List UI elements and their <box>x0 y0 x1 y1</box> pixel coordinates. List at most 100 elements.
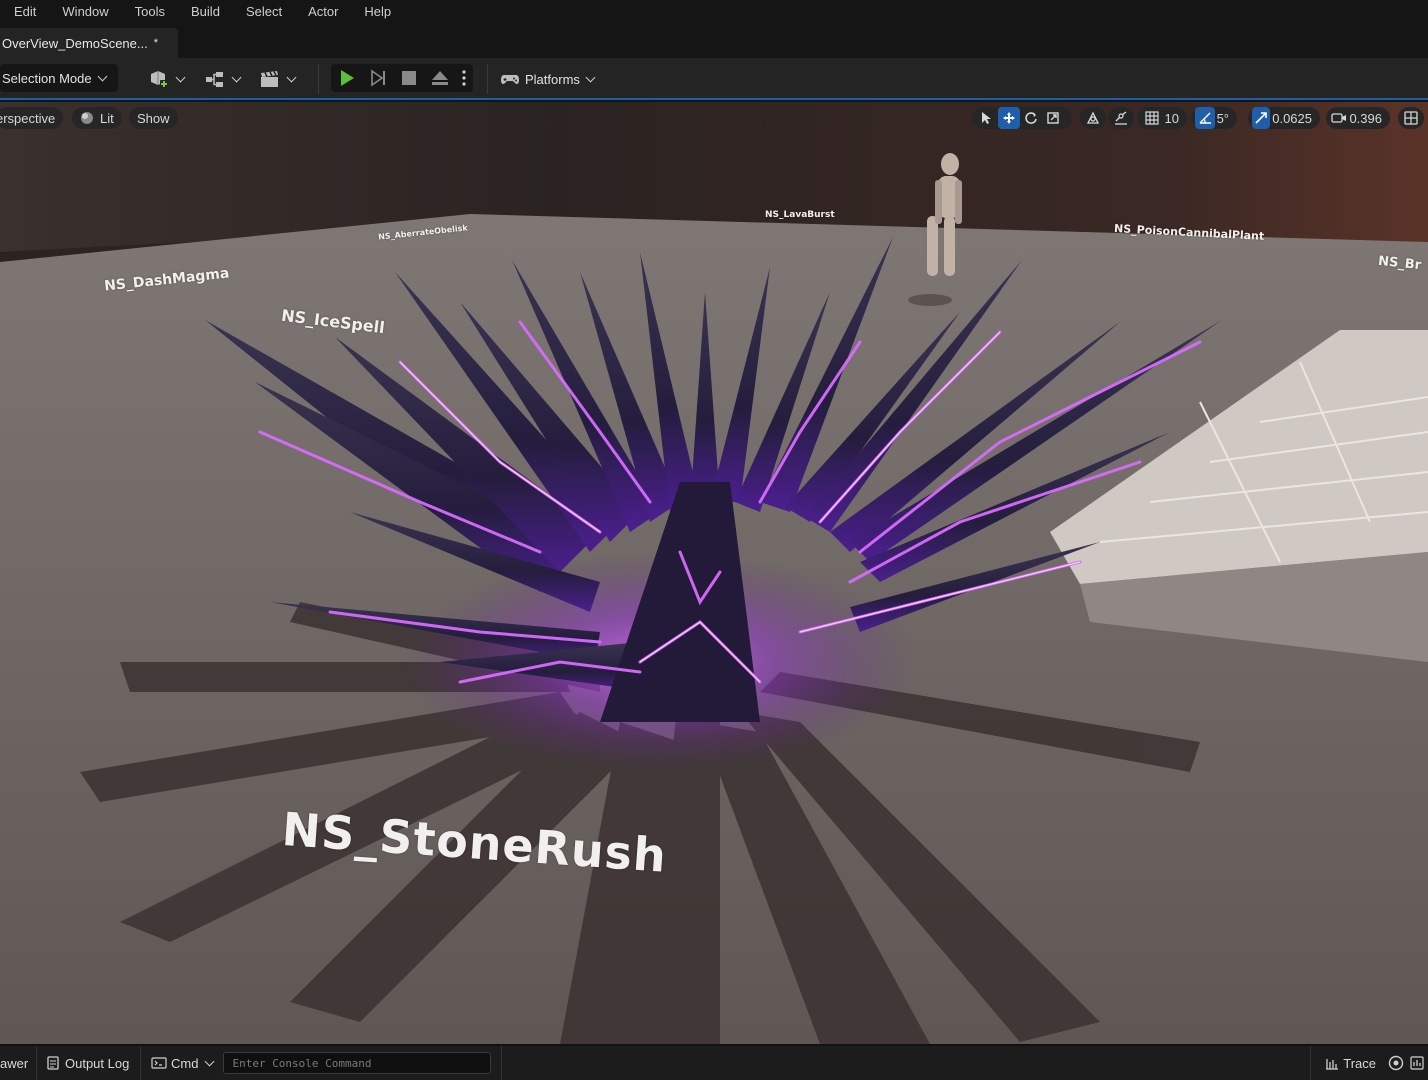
output-log-button[interactable]: Output Log <box>37 1046 141 1080</box>
source-control-icon <box>1410 1056 1424 1070</box>
level-viewport[interactable]: NS_StoneRush NS_DashMagma NS_IceSpell NS… <box>0 102 1428 1044</box>
scale-snap-value[interactable]: 0.0625 <box>1272 111 1312 126</box>
output-log-label: Output Log <box>65 1055 130 1071</box>
more-options-icon[interactable] <box>461 68 467 88</box>
content-drawer-button[interactable]: awer <box>0 1046 37 1080</box>
rotate-icon <box>1025 112 1037 124</box>
main-toolbar: Selection Mode Platforms <box>0 58 1428 100</box>
derived-data-button[interactable] <box>1384 1046 1408 1080</box>
surface-snap-toggle <box>1110 107 1132 129</box>
surface-snapping-button[interactable] <box>1108 107 1134 129</box>
status-bar: awer Output Log Cmd Trace <box>0 1044 1428 1080</box>
surface-snap-icon <box>1115 111 1127 125</box>
scale-tool-button[interactable] <box>1042 107 1064 129</box>
blueprint-icon <box>206 72 223 87</box>
play-controls <box>331 64 473 92</box>
menu-help[interactable]: Help <box>350 0 403 24</box>
derived-data-icon <box>1388 1055 1404 1071</box>
stop-icon[interactable] <box>399 68 419 88</box>
translate-tool-button[interactable] <box>998 107 1020 129</box>
source-control-button[interactable] <box>1408 1046 1428 1080</box>
transform-tools <box>972 107 1072 129</box>
blueprints-button[interactable] <box>204 68 242 90</box>
globe-icon <box>1086 111 1100 124</box>
document-tab-strip: OverView_DemoScene... * <box>0 24 1428 58</box>
trace-icon <box>1326 1059 1339 1070</box>
level-tab[interactable]: OverView_DemoScene... * <box>0 28 178 58</box>
toolbar-divider <box>318 64 319 94</box>
scene-label-lava-burst: NS_LavaBurst <box>765 210 835 220</box>
world-local-toggle <box>1082 107 1104 129</box>
camera-speed-value[interactable]: 0.396 <box>1349 111 1382 126</box>
clapperboard-icon <box>261 71 278 87</box>
trace-label: Trace <box>1343 1055 1376 1071</box>
rotate-tool-button[interactable] <box>1020 107 1042 129</box>
cursor-icon <box>982 112 991 124</box>
platforms-label: Platforms <box>525 71 580 87</box>
camera-speed-toggle <box>1330 107 1347 129</box>
cmd-dropdown[interactable]: Cmd <box>141 1046 215 1080</box>
camera-icon <box>1331 113 1346 123</box>
chevron-down-icon <box>286 72 297 82</box>
scene-render <box>0 102 1428 1044</box>
viewport-layout-button[interactable] <box>1398 107 1424 129</box>
trace-dropdown[interactable]: Trace <box>1311 1046 1384 1080</box>
scale-icon <box>1047 112 1059 124</box>
menu-bar: Edit Window Tools Build Select Actor Hel… <box>0 0 1428 24</box>
add-actor-button[interactable] <box>148 68 186 90</box>
show-label: Show <box>137 110 170 126</box>
grid-icon <box>1145 111 1159 125</box>
select-tool-button[interactable] <box>976 107 998 129</box>
chevron-down-icon <box>97 71 108 81</box>
perspective-label: erspective <box>0 110 56 126</box>
platforms-dropdown[interactable]: Platforms <box>500 68 596 90</box>
show-dropdown[interactable]: Show <box>129 107 178 129</box>
play-icon[interactable] <box>337 68 357 88</box>
chevron-down-icon <box>205 1056 215 1066</box>
output-log-icon <box>47 1056 59 1070</box>
statusbar-divider <box>501 1046 503 1080</box>
level-tab-title: OverView_DemoScene... <box>2 35 148 51</box>
grid-snap-toggle[interactable] <box>1141 107 1163 129</box>
grid-snap-value[interactable]: 10 <box>1165 111 1179 126</box>
cmd-label: Cmd <box>171 1055 199 1071</box>
layout-toggle <box>1400 107 1422 129</box>
camera-speed-control[interactable]: 0.396 <box>1326 107 1390 129</box>
menu-actor[interactable]: Actor <box>294 0 350 24</box>
advance-frame-icon[interactable] <box>368 68 388 88</box>
menu-window[interactable]: Window <box>48 0 120 24</box>
terminal-icon <box>151 1057 167 1069</box>
status-bar-right: Trace <box>1310 1046 1428 1080</box>
lit-sphere-icon <box>81 112 93 124</box>
move-icon <box>1003 112 1015 124</box>
grid-snap-control[interactable]: 10 <box>1137 107 1187 129</box>
chevron-down-icon <box>585 72 596 82</box>
eject-icon[interactable] <box>430 68 450 88</box>
cinematics-button[interactable] <box>259 68 297 90</box>
rotation-snap-value[interactable]: 5° <box>1217 111 1229 126</box>
menu-select[interactable]: Select <box>232 0 294 24</box>
angle-icon <box>1199 112 1211 124</box>
scale-snap-toggle[interactable] <box>1252 107 1271 129</box>
coordinate-system-button[interactable] <box>1080 107 1106 129</box>
scale-snap-icon <box>1255 112 1267 124</box>
content-drawer-label: awer <box>0 1055 29 1071</box>
chevron-down-icon <box>175 72 186 82</box>
chevron-down-icon <box>231 72 242 82</box>
layout-icon <box>1404 111 1418 125</box>
menu-edit[interactable]: Edit <box>0 0 48 24</box>
rotation-snap-toggle[interactable] <box>1195 107 1215 129</box>
scale-snap-control[interactable]: 0.0625 <box>1248 107 1320 129</box>
selection-mode-dropdown[interactable]: Selection Mode <box>0 64 118 92</box>
selection-mode-label: Selection Mode <box>2 70 92 86</box>
menu-build[interactable]: Build <box>177 0 232 24</box>
toolbar-divider <box>487 64 488 94</box>
gamepad-icon <box>501 75 519 84</box>
lit-label: Lit <box>100 110 114 126</box>
add-actor-icon <box>151 71 168 88</box>
rotation-snap-control[interactable]: 5° <box>1191 107 1237 129</box>
perspective-dropdown[interactable]: erspective <box>0 107 64 129</box>
menu-tools[interactable]: Tools <box>121 0 177 24</box>
view-mode-dropdown[interactable]: Lit <box>72 107 122 129</box>
console-command-input[interactable] <box>223 1052 492 1074</box>
